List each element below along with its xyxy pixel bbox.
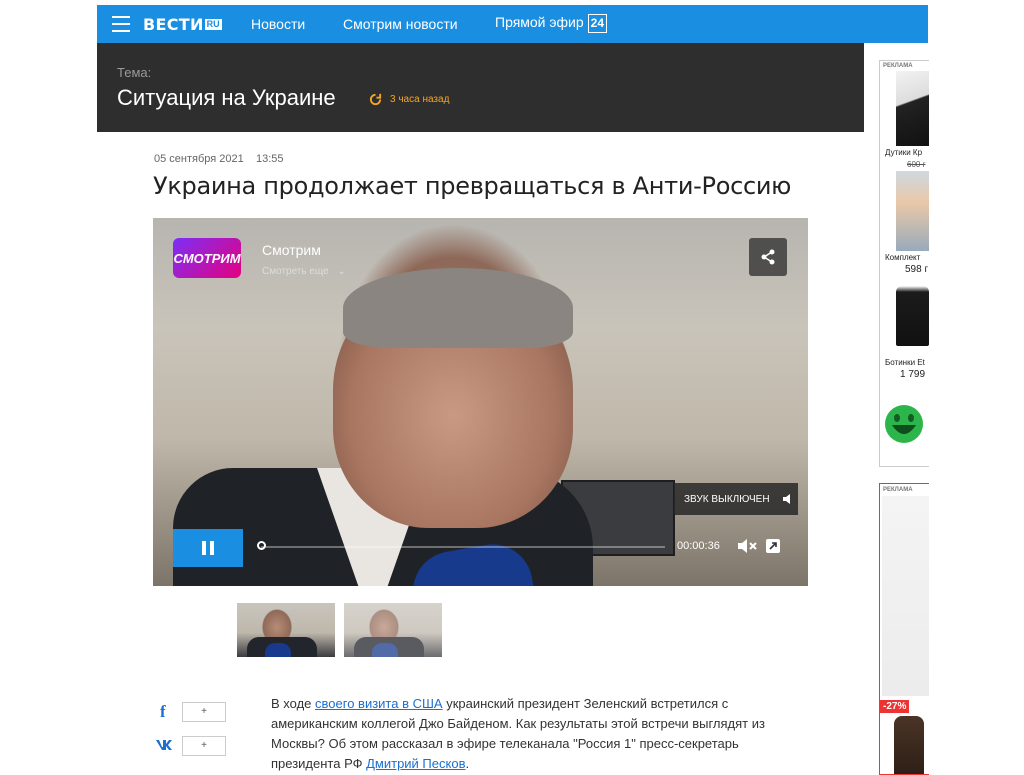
watch-more-link[interactable]: Смотреть еще ⌄ bbox=[262, 266, 346, 277]
fullscreen-icon[interactable] bbox=[765, 538, 781, 554]
ad-label: РЕКЛАМА bbox=[883, 487, 913, 493]
refresh-icon bbox=[369, 93, 382, 106]
facebook-share-count[interactable]: + bbox=[182, 702, 226, 722]
share-icon bbox=[761, 249, 775, 265]
sound-off-notice[interactable]: ЗВУК ВЫКЛЮЧЕН bbox=[674, 483, 798, 515]
discount-badge: -27% bbox=[880, 700, 910, 713]
thumbnail-mic bbox=[372, 643, 398, 657]
article-body: В ходе своего визита в США украинский пр… bbox=[271, 694, 801, 774]
theme-updated: 3 часа назад bbox=[369, 93, 449, 106]
thumbnail-mic bbox=[265, 643, 291, 657]
ad-product-name[interactable]: Комплект bbox=[885, 253, 920, 262]
body-text-1: В ходе bbox=[271, 696, 316, 711]
video-thumbnail[interactable] bbox=[344, 603, 442, 657]
ad-product-image[interactable] bbox=[894, 716, 924, 774]
body-text-3: . bbox=[465, 756, 470, 771]
theme-bar: Тема: Ситуация на Украине 3 часа назад bbox=[97, 43, 864, 132]
smiley-icon[interactable] bbox=[884, 403, 924, 445]
article-title: Украина продолжает превращаться в Анти-Р… bbox=[153, 172, 792, 200]
facebook-icon[interactable]: f bbox=[160, 702, 166, 722]
peskov-link[interactable]: Дмитрий Песков bbox=[366, 756, 465, 771]
ad-product-image[interactable] bbox=[896, 286, 929, 346]
theme-title[interactable]: Ситуация на Украине bbox=[117, 85, 336, 111]
theme-label: Тема: bbox=[117, 65, 152, 80]
article-date: 05 сентября 2021 13:55 bbox=[154, 153, 284, 165]
ad-block[interactable]: РЕКЛАМА -27% bbox=[879, 483, 929, 775]
date-value: 05 сентября 2021 bbox=[154, 153, 244, 165]
pause-icon bbox=[202, 541, 214, 555]
site-logo[interactable]: ВЕСТИ RU bbox=[143, 14, 222, 34]
live-24-badge: 24 bbox=[587, 14, 608, 33]
logo-ru: RU bbox=[204, 18, 222, 30]
video-thumbnail[interactable] bbox=[237, 603, 335, 657]
ad-old-price: 600 г bbox=[907, 160, 926, 169]
ad-product-image[interactable] bbox=[896, 71, 929, 146]
sound-off-label: ЗВУК ВЫКЛЮЧЕН bbox=[684, 493, 770, 505]
ad-label: РЕКЛАМА bbox=[883, 63, 913, 69]
vk-share-count[interactable]: + bbox=[182, 736, 226, 756]
time-value: 13:55 bbox=[256, 153, 284, 165]
menu-icon[interactable] bbox=[112, 16, 130, 32]
mute-icon[interactable] bbox=[737, 538, 757, 554]
video-frame-hair bbox=[343, 268, 573, 348]
ad-product-name[interactable]: Ботинки Et bbox=[885, 358, 925, 367]
watch-more-label: Смотреть еще bbox=[262, 266, 329, 277]
ad-product-image[interactable] bbox=[896, 171, 929, 251]
pause-button[interactable] bbox=[173, 529, 243, 567]
visit-usa-link[interactable]: своего визита в США bbox=[315, 696, 443, 711]
nav-watch-news[interactable]: Смотрим новости bbox=[343, 16, 458, 32]
ad-product-name[interactable]: Дутики Кр bbox=[885, 148, 922, 157]
nav-live-label: Прямой эфир bbox=[495, 14, 584, 30]
ad-block[interactable]: РЕКЛАМА Дутики Кр 600 г Комплект 598 г Б… bbox=[879, 60, 929, 467]
current-time: 00:00:36 bbox=[677, 540, 720, 552]
nav-news[interactable]: Новости bbox=[251, 16, 305, 32]
top-nav-bar: ВЕСТИ RU Новости Смотрим новости Прямой … bbox=[97, 5, 928, 43]
logo-text: ВЕСТИ bbox=[143, 14, 204, 34]
ad-price: 598 г bbox=[905, 264, 929, 275]
channel-name[interactable]: Смотрим bbox=[262, 242, 321, 258]
updated-text: 3 часа назад bbox=[390, 94, 450, 105]
speaker-icon bbox=[782, 494, 790, 504]
vk-icon[interactable] bbox=[155, 739, 173, 751]
channel-logo[interactable]: СМОТРИМ bbox=[173, 238, 241, 278]
ad-price: 1 799 bbox=[900, 369, 926, 380]
video-player[interactable]: СМОТРИМ Смотрим Смотреть еще ⌄ ЗВУК ВЫКЛ… bbox=[153, 218, 808, 586]
ad-product-image[interactable] bbox=[882, 496, 929, 696]
progress-track[interactable] bbox=[261, 546, 665, 548]
chevron-down-icon: ⌄ bbox=[337, 266, 346, 277]
progress-handle[interactable] bbox=[257, 541, 266, 550]
nav-live[interactable]: Прямой эфир 24 bbox=[495, 14, 608, 33]
share-button[interactable] bbox=[749, 238, 787, 276]
